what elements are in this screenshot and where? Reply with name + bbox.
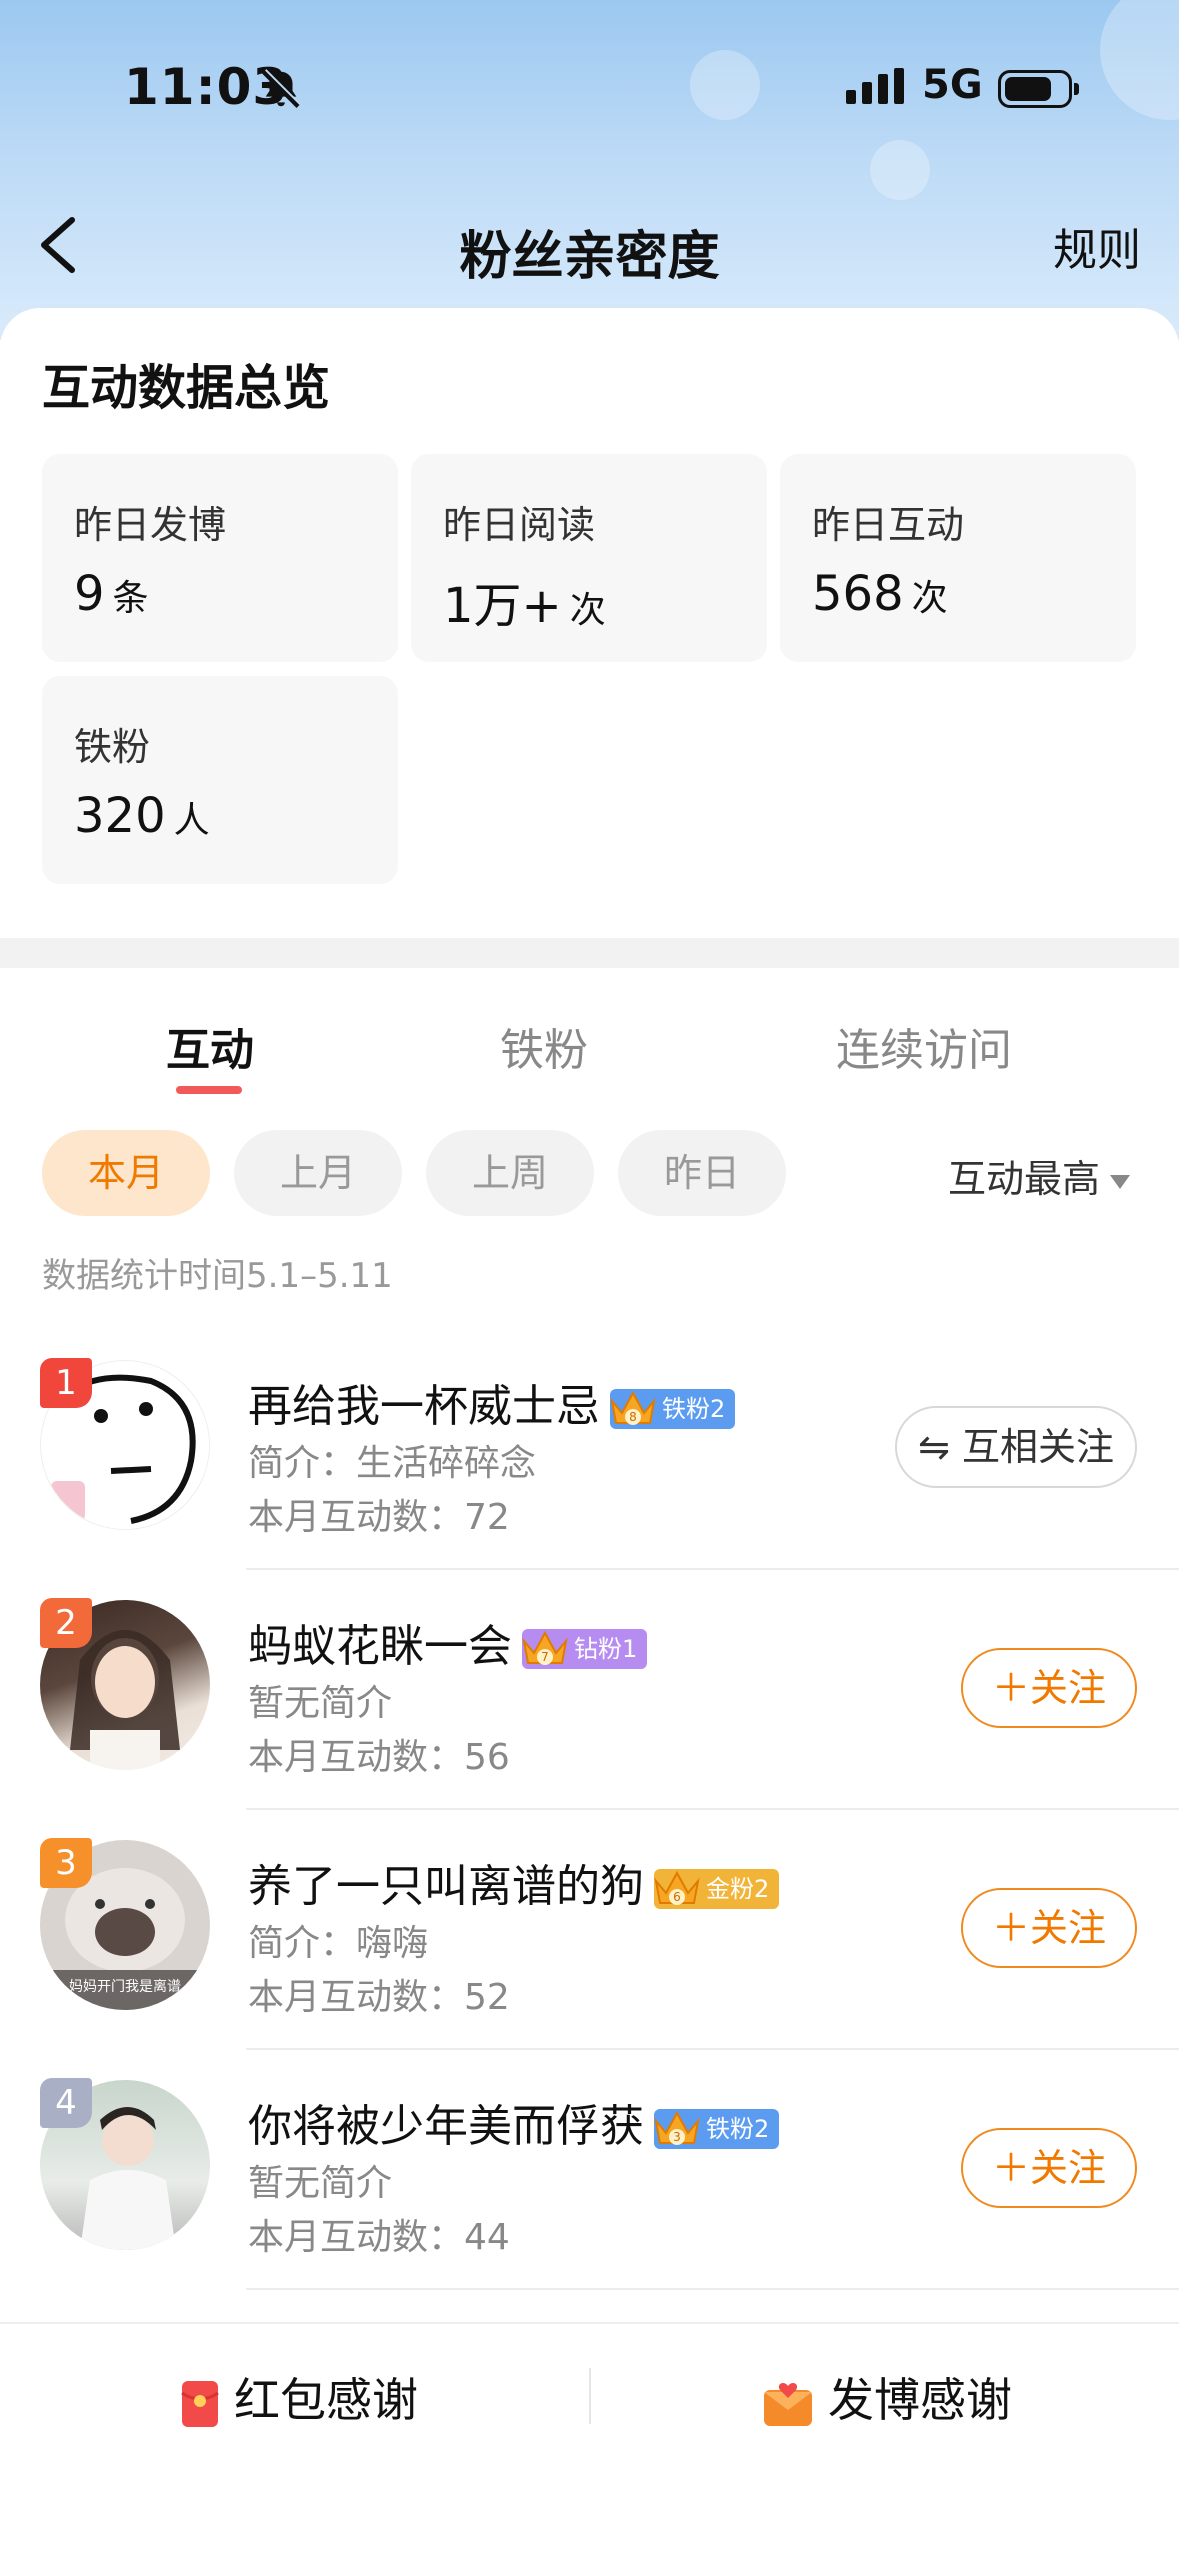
fan-level-badge: 8 铁粉2	[610, 1389, 736, 1429]
rank-badge: 4	[40, 2078, 92, 2128]
page-title: 粉丝亲密度	[459, 227, 720, 287]
overview-heading: 互动数据总览	[42, 360, 331, 416]
fan-intro: 简介：嗨嗨	[248, 1923, 429, 1964]
overview-card: 互动数据总览 昨日发博 9条 昨日阅读 1万+ 次 昨日互动 568 次 铁粉 32…	[0, 308, 1179, 938]
stat-value: 320 人	[74, 788, 210, 844]
fan-name-row: 养了一只叫离谱的狗 6 金粉2	[248, 1850, 780, 1914]
filter-last-week[interactable]: 上周	[426, 1130, 594, 1216]
fan-interaction-count: 本月互动数：56	[248, 1737, 510, 1778]
divider	[589, 2368, 591, 2424]
stat-label: 昨日发博	[74, 503, 227, 547]
fan-intro: 简介：生活碎碎念	[248, 1443, 537, 1484]
stat-value: 1万+ 次	[443, 578, 606, 634]
badge-level: 8	[629, 1410, 637, 1424]
badge-label: 钻粉1	[574, 1635, 638, 1663]
red-packet-thanks-button[interactable]: 红包感谢	[180, 2364, 418, 2430]
bubble-decoration	[870, 140, 930, 200]
crown-icon: 7	[522, 1630, 568, 1665]
envelope-heart-icon	[764, 2382, 812, 2426]
fan-level-badge: 6 金粉2	[654, 1869, 780, 1909]
fan-name: 你将被少年美而俘获	[248, 2101, 644, 2152]
red-packet-icon	[181, 2380, 219, 2427]
stat-value: 9条	[74, 566, 149, 622]
status-bar: 11:03 5G	[0, 40, 1179, 130]
caret-down-icon	[1110, 1174, 1131, 1189]
fan-list-item[interactable]: 妈妈开门我是离谱 3 养了一只叫离谱的狗 6 金粉2 简介：嗨嗨 本月互动数：52 …	[0, 1810, 1179, 2050]
follow-button[interactable]: ＋关注	[961, 1648, 1137, 1728]
fan-name-row: 再给我一杯威士忌 8 铁粉2	[248, 1370, 736, 1434]
rank-badge: 3	[40, 1838, 92, 1888]
section-separator	[0, 938, 1179, 968]
tab-consecutive-visits[interactable]: 连续访问	[836, 1014, 1012, 1078]
battery-icon	[998, 70, 1079, 108]
tab-interaction[interactable]: 互动	[166, 1014, 254, 1078]
badge-level: 6	[673, 1890, 681, 1904]
fan-interaction-count: 本月互动数：72	[248, 1497, 510, 1538]
stat-label: 铁粉	[74, 725, 151, 769]
stat-time-range: 数据统计时间5.1–5.11	[42, 1256, 393, 1296]
badge-label: 铁粉2	[706, 2115, 770, 2143]
fan-level-badge: 7 钻粉1	[522, 1629, 648, 1669]
fan-intro: 暂无简介	[248, 1683, 393, 1724]
fan-name: 再给我一杯威士忌	[248, 1381, 600, 1432]
badge-level: 3	[673, 2130, 681, 2144]
tab-bar: 互动 铁粉 连续访问	[0, 1000, 1179, 1100]
divider	[246, 2288, 1179, 2290]
post-thanks-button[interactable]: 发博感谢	[762, 2364, 1012, 2430]
stat-value: 568 次	[812, 566, 948, 622]
follow-button[interactable]: ＋关注	[961, 1888, 1137, 1968]
signal-icon	[846, 68, 908, 112]
filter-yesterday[interactable]: 昨日	[618, 1130, 786, 1216]
sort-dropdown[interactable]: 互动最高	[948, 1148, 1131, 1203]
rank-badge: 2	[40, 1598, 92, 1648]
fan-intro: 暂无简介	[248, 2163, 393, 2204]
fan-level-badge: 3 铁粉2	[654, 2109, 780, 2149]
badge-label: 金粉2	[706, 1875, 770, 1903]
crown-icon: 8	[610, 1390, 656, 1425]
bottom-action-bar: 红包感谢 发博感谢	[0, 2322, 1179, 2452]
stat-card-iron-fans: 铁粉 320 人	[42, 676, 398, 884]
battery-level	[1005, 77, 1051, 101]
red-packet-label: 红包感谢	[234, 2373, 418, 2427]
stat-card-interactions: 昨日互动 568 次	[780, 454, 1136, 662]
stat-label: 昨日阅读	[443, 503, 596, 547]
fan-list-item[interactable]: 4 你将被少年美而俘获 3 铁粉2 暂无简介 本月互动数：44 ＋关注	[0, 2050, 1179, 2290]
stat-card-posts: 昨日发博 9条	[42, 454, 398, 662]
fan-name-row: 你将被少年美而俘获 3 铁粉2	[248, 2090, 780, 2154]
network-label: 5G	[922, 62, 983, 108]
avatar-caption: 妈妈开门我是离谱	[69, 1979, 181, 1995]
fan-list-item[interactable]: 1 再给我一杯威士忌 8 铁粉2 简介：生活碎碎念 本月互动数：72 ⇋ 互相关注	[0, 1330, 1179, 1570]
crown-icon: 6	[654, 1870, 700, 1905]
fan-name-row: 蚂蚁花眯一会 7 钻粉1	[248, 1610, 648, 1674]
filter-this-month[interactable]: 本月	[42, 1130, 210, 1216]
fan-list-item[interactable]: 2 蚂蚁花眯一会 7 钻粉1 暂无简介 本月互动数：56 ＋关注	[0, 1570, 1179, 1810]
fan-interaction-count: 本月互动数：44	[248, 2217, 510, 2258]
rank-badge: 1	[40, 1358, 92, 1408]
stat-card-reads: 昨日阅读 1万+ 次	[411, 454, 767, 662]
crown-icon: 3	[654, 2110, 700, 2145]
badge-level: 7	[541, 1650, 549, 1664]
fan-name: 养了一只叫离谱的狗	[248, 1861, 644, 1912]
filter-last-month[interactable]: 上月	[234, 1130, 402, 1216]
post-thanks-label: 发博感谢	[828, 2373, 1012, 2427]
tab-indicator	[176, 1086, 242, 1094]
fan-name: 蚂蚁花眯一会	[248, 1621, 512, 1672]
home-indicator	[0, 2512, 1179, 2526]
mutual-follow-button[interactable]: ⇋ 互相关注	[895, 1406, 1137, 1488]
tab-iron-fans[interactable]: 铁粉	[500, 1014, 588, 1078]
stat-label: 昨日互动	[812, 503, 965, 547]
rules-link[interactable]: 规则	[1053, 214, 1141, 278]
badge-label: 铁粉2	[662, 1395, 726, 1423]
follow-button[interactable]: ＋关注	[961, 2128, 1137, 2208]
fan-interaction-count: 本月互动数：52	[248, 1977, 510, 2018]
bell-muted-icon	[258, 66, 304, 116]
sort-label: 互动最高	[948, 1157, 1101, 1201]
navigation-bar: 粉丝亲密度 规则	[0, 200, 1179, 290]
